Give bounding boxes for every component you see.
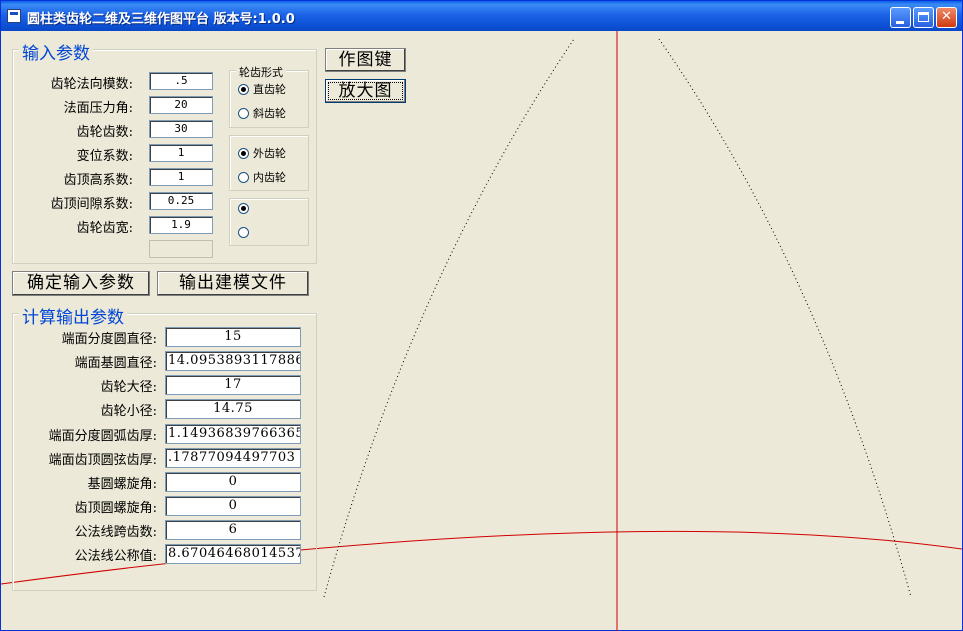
radio-dot-checked xyxy=(238,203,249,214)
extra-input[interactable] xyxy=(149,240,213,258)
addendum-coef-label: 齿顶高系数: xyxy=(63,173,133,188)
addendum-coef-input[interactable]: 1 xyxy=(149,168,213,186)
minimize-button[interactable] xyxy=(890,7,911,28)
radio-dot xyxy=(238,172,249,183)
radio-external-gear[interactable]: 外齿轮 xyxy=(238,145,286,161)
normal-module-label: 齿轮法向模数: xyxy=(50,77,133,92)
radio-helical-gear[interactable]: 斜齿轮 xyxy=(238,105,286,121)
root-diameter-output[interactable]: 14.75 xyxy=(165,399,301,419)
tip-diameter-output[interactable]: 17 xyxy=(165,375,301,395)
chordal-thickness-label: 端面齿顶圆弦齿厚: xyxy=(48,453,157,468)
clearance-coef-label: 齿顶间隙系数: xyxy=(50,197,133,212)
radio-internal-gear[interactable]: 内齿轮 xyxy=(238,169,286,185)
base-tangent-length-label: 公法线公称值: xyxy=(74,549,157,564)
root-diameter-label: 齿轮小径: xyxy=(100,404,157,419)
minimize-icon xyxy=(896,21,904,24)
span-teeth-label: 公法线跨齿数: xyxy=(74,525,157,540)
output-params-legend: 计算输出参数 xyxy=(19,303,127,328)
teeth-count-input[interactable]: 30 xyxy=(149,120,213,138)
title-bar[interactable]: 圆柱类齿轮二维及三维作图平台 版本号:1.0.0 ✕ xyxy=(1,1,962,31)
modification-coef-label: 变位系数: xyxy=(76,149,133,164)
tip-diameter-label: 齿轮大径: xyxy=(100,380,157,395)
radio-spur-gear[interactable]: 直齿轮 xyxy=(238,81,286,97)
window-title: 圆柱类齿轮二维及三维作图平台 版本号:1.0.0 xyxy=(27,12,295,27)
teeth-count-label: 齿轮齿数: xyxy=(76,125,133,140)
chordal-thickness-output[interactable]: .17877094497703 xyxy=(165,448,301,468)
pitch-diameter-label: 端面分度圆直径: xyxy=(61,332,157,347)
maximize-icon xyxy=(918,12,929,22)
spur-gear-label: 直齿轮 xyxy=(253,83,286,96)
pressure-angle-label: 法面压力角: xyxy=(63,101,133,116)
zoom-button[interactable]: 放大图 xyxy=(325,79,406,103)
clearance-coef-input[interactable]: 0.25 xyxy=(149,192,213,210)
helical-gear-label: 斜齿轮 xyxy=(253,107,286,120)
tooth-profile-right xyxy=(658,38,912,598)
export-model-button[interactable]: 输出建模文件 xyxy=(157,271,309,296)
draw-button[interactable]: 作图键 xyxy=(325,48,406,72)
close-icon: ✕ xyxy=(941,9,952,24)
maximize-button[interactable] xyxy=(913,7,934,28)
base-diameter-output[interactable]: 14.0953893117886 xyxy=(165,351,301,371)
modification-coef-input[interactable]: 1 xyxy=(149,144,213,162)
app-window: 圆柱类齿轮二维及三维作图平台 版本号:1.0.0 ✕ 输入参数 齿轮法向模数: … xyxy=(0,0,963,631)
base-diameter-label: 端面基圆直径: xyxy=(74,356,157,371)
base-tangent-length-output[interactable]: 8.67046468014537 xyxy=(165,544,301,564)
close-button[interactable]: ✕ xyxy=(936,7,957,28)
radio-dot xyxy=(238,227,249,238)
tooth-profile-left xyxy=(323,38,575,598)
arc-thickness-label: 端面分度圆弧齿厚: xyxy=(48,429,157,444)
radio-dot-checked xyxy=(238,84,249,95)
arc-thickness-output[interactable]: 1.14936839766365 xyxy=(165,424,301,444)
tip-helix-angle-label: 齿顶圆螺旋角: xyxy=(74,501,157,516)
span-teeth-output[interactable]: 6 xyxy=(165,520,301,540)
pressure-angle-input[interactable]: 20 xyxy=(149,96,213,114)
base-helix-angle-output[interactable]: 0 xyxy=(165,472,301,492)
internal-gear-label: 内齿轮 xyxy=(253,171,286,184)
radio-dot-checked xyxy=(238,148,249,159)
base-helix-angle-label: 基圆螺旋角: xyxy=(87,477,157,492)
face-width-input[interactable]: 1.9 xyxy=(149,216,213,234)
radio-option-a[interactable] xyxy=(238,202,253,215)
pitch-diameter-output[interactable]: 15 xyxy=(165,327,301,347)
radio-option-b[interactable] xyxy=(238,226,253,239)
confirm-params-button[interactable]: 确定输入参数 xyxy=(12,271,150,296)
tip-helix-angle-output[interactable]: 0 xyxy=(165,496,301,516)
gear-form-legend: 轮齿形式 xyxy=(236,64,286,80)
external-gear-label: 外齿轮 xyxy=(253,147,286,160)
input-params-legend: 输入参数 xyxy=(19,39,93,64)
normal-module-input[interactable]: .5 xyxy=(149,72,213,90)
radio-dot xyxy=(238,108,249,119)
face-width-label: 齿轮齿宽: xyxy=(76,221,133,236)
app-icon xyxy=(7,9,21,23)
